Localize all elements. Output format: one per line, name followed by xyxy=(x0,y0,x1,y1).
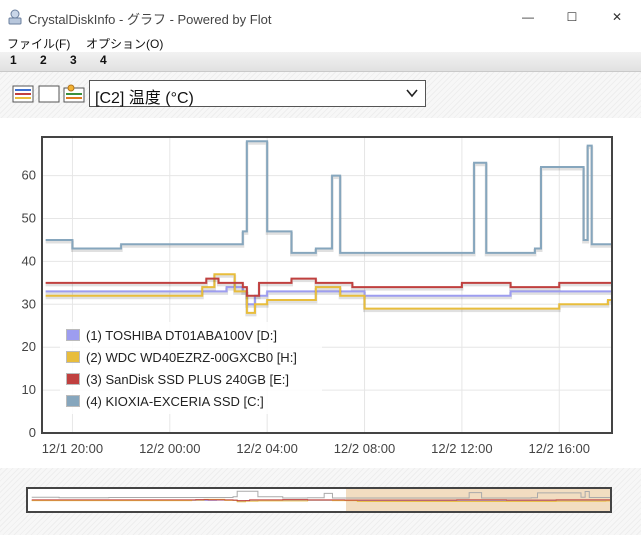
title-bar: CrystalDiskInfo - グラフ - Powered by Flot … xyxy=(0,0,641,33)
x-tick-label: 12/2 12:00 xyxy=(431,441,492,456)
tab-4[interactable]: 4 xyxy=(100,53,107,67)
tab-2[interactable]: 2 xyxy=(40,53,47,67)
menu-file[interactable]: ファイル(F) xyxy=(7,35,70,52)
app-icon xyxy=(8,9,22,25)
chart-legend: (1) TOSHIBA DT01ABA100V [D:] (2) WDC WD4… xyxy=(60,322,322,414)
menu-options[interactable]: オプション(O) xyxy=(86,35,163,52)
y-tick-label: 50 xyxy=(22,211,36,226)
attribute-select-value: [C2] 温度 (°C) xyxy=(95,90,194,107)
legend-label: (4) KIOXIA-EXCERIA SSD [C:] xyxy=(86,393,264,409)
legend-swatch xyxy=(66,329,80,341)
legend-item: (1) TOSHIBA DT01ABA100V [D:] xyxy=(66,326,277,344)
y-tick-label: 0 xyxy=(29,425,36,440)
y-tick-label: 30 xyxy=(22,296,36,311)
y-tick-label: 10 xyxy=(22,382,36,397)
maximize-button[interactable]: ☐ xyxy=(549,0,595,33)
blank-graph-icon[interactable] xyxy=(38,84,60,104)
tab-3[interactable]: 3 xyxy=(70,53,77,67)
legend-swatch xyxy=(66,351,80,363)
overview-line xyxy=(31,490,610,499)
attribute-select[interactable]: [C2] 温度 (°C) xyxy=(89,80,426,107)
x-tick-label: 12/1 20:00 xyxy=(42,441,103,456)
close-button[interactable]: ✕ xyxy=(594,0,640,33)
minimize-button[interactable]: — xyxy=(505,0,551,33)
y-tick-label: 20 xyxy=(22,339,36,354)
tab-strip: 1 2 3 4 xyxy=(0,52,641,72)
chevron-down-icon xyxy=(406,89,418,98)
legend-item: (4) KIOXIA-EXCERIA SSD [C:] xyxy=(66,392,264,410)
legend-swatch xyxy=(66,373,80,385)
overview-navigator[interactable] xyxy=(26,487,612,513)
window-title: CrystalDiskInfo - グラフ - Powered by Flot xyxy=(28,12,272,27)
legend-swatch xyxy=(66,395,80,407)
y-tick-label: 40 xyxy=(22,253,36,268)
legend-label: (2) WDC WD40EZRZ-00GXCB0 [H:] xyxy=(86,349,297,365)
x-tick-label: 12/2 08:00 xyxy=(334,441,395,456)
x-tick-label: 12/2 00:00 xyxy=(139,441,200,456)
x-tick-label: 12/2 04:00 xyxy=(236,441,297,456)
multi-graph-icon[interactable] xyxy=(12,84,34,104)
temperature-chart: 0 10 20 30 40 50 60 12/1 20:00 12/2 00:00 12/2 04… xyxy=(22,136,613,456)
close-icon: ✕ xyxy=(611,9,623,24)
legend-label: (1) TOSHIBA DT01ABA100V [D:] xyxy=(86,327,277,343)
minimize-icon: — xyxy=(522,9,534,24)
y-tick-label: 60 xyxy=(22,168,36,183)
maximize-icon: ☐ xyxy=(566,9,578,24)
x-tick-label: 12/2 16:00 xyxy=(529,441,590,456)
menu-bar: ファイル(F) オプション(O) xyxy=(0,33,641,52)
overview-chart xyxy=(31,490,610,503)
tab-1[interactable]: 1 xyxy=(10,53,17,67)
settings-graph-icon[interactable] xyxy=(63,84,85,104)
legend-item: (2) WDC WD40EZRZ-00GXCB0 [H:] xyxy=(66,348,297,366)
legend-label: (3) SanDisk SSD PLUS 240GB [E:] xyxy=(86,371,290,387)
legend-item: (3) SanDisk SSD PLUS 240GB [E:] xyxy=(66,370,289,388)
